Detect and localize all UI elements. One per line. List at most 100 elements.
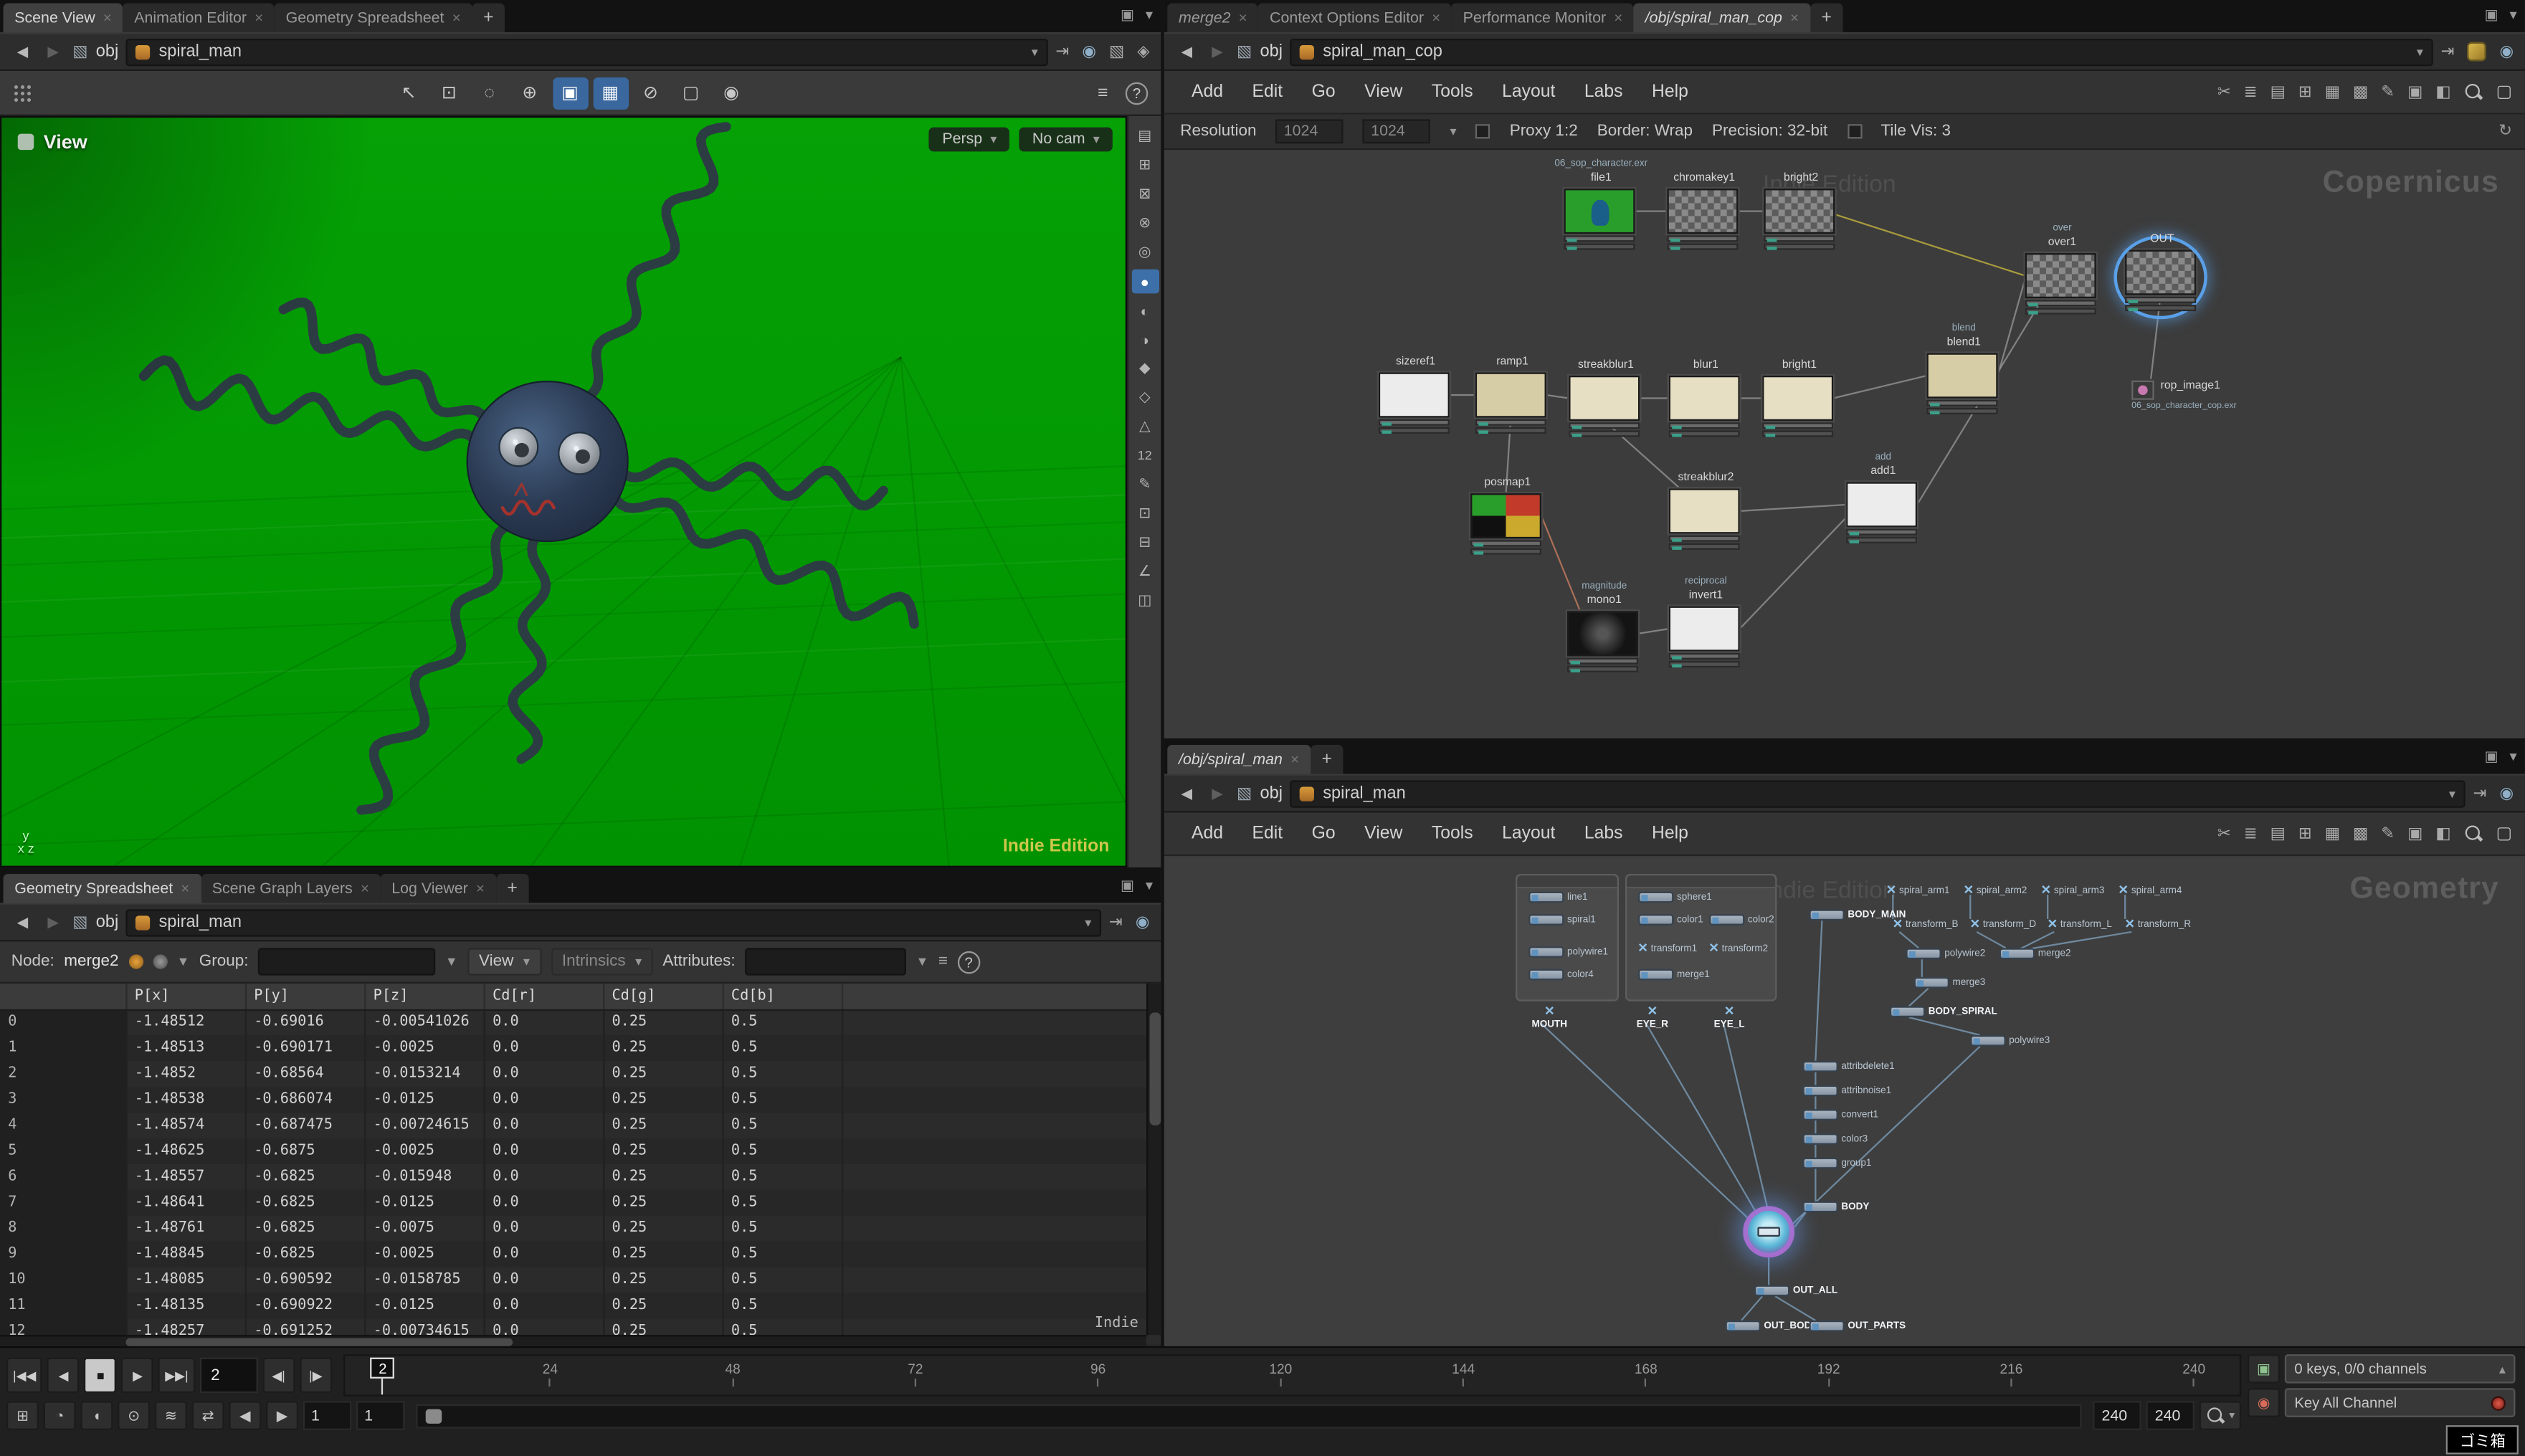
sop-node-body-main[interactable]: BODY_MAIN xyxy=(1809,909,1906,920)
cop-node-file1[interactable]: 06_sop_character.exrfile1 xyxy=(1564,189,1638,249)
point-row-0[interactable]: 0-1.48512-0.69016-0.005410260.00.250.5 xyxy=(0,1009,1161,1035)
cop-node-blend1[interactable]: blendblend1 xyxy=(1927,353,2001,414)
new-tab-button[interactable]: + xyxy=(1810,3,1843,32)
tab-close-icon[interactable]: × xyxy=(103,9,112,25)
cop-network-editor[interactable]: Indie Edition Copernicus 06_sop_characte… xyxy=(1164,150,2525,738)
dependency-links-icon[interactable]: ▩ xyxy=(2353,83,2368,101)
range-sub-end-field[interactable] xyxy=(2093,1401,2141,1429)
sop-node-spiral-arm4[interactable]: ×spiral_arm4 xyxy=(2119,885,2182,898)
audio-options-icon[interactable]: ◖ xyxy=(80,1401,113,1429)
scrollbar-handle[interactable] xyxy=(1150,1012,1161,1125)
menu-add[interactable]: Add xyxy=(1177,819,1238,847)
range-end-field[interactable] xyxy=(2147,1401,2195,1429)
next-keyframe-button[interactable]: |▶ xyxy=(300,1358,332,1393)
sop-node-body-spiral[interactable]: BODY_SPIRAL xyxy=(1890,1006,1997,1017)
context-label[interactable]: obj xyxy=(96,913,119,932)
sop-node-polywire2[interactable]: polywire2 xyxy=(1906,948,1985,959)
point-row-7[interactable]: 7-1.48641-0.6825-0.01250.00.250.5 xyxy=(0,1190,1161,1216)
cop-node-invert1[interactable]: reciprocalinvert1 xyxy=(1669,606,1743,667)
column-header-p-y[interactable]: P[y] xyxy=(245,984,364,1009)
tab-close-icon[interactable]: × xyxy=(1239,9,1247,25)
jump-to-start-button[interactable]: |◀◀ xyxy=(6,1358,42,1393)
sop-node-convert1[interactable]: convert1 xyxy=(1802,1109,1878,1120)
new-tab-button[interactable]: + xyxy=(472,3,505,32)
node-path-field[interactable]: spiral_man ▾ xyxy=(126,908,1100,936)
tab-scene-graph-layers[interactable]: Scene Graph Layers× xyxy=(201,874,381,903)
range-start-field[interactable] xyxy=(303,1401,351,1429)
headlight-icon[interactable]: ● xyxy=(1131,270,1159,294)
key-all-channels-box[interactable]: Key All Channel xyxy=(2285,1388,2516,1417)
tab-close-icon[interactable]: × xyxy=(476,880,485,896)
cop-node-sizeref1[interactable]: sizeref1 xyxy=(1379,373,1452,434)
keyframe-options-icon[interactable]: ≋ xyxy=(155,1401,187,1429)
tab-close-icon[interactable]: × xyxy=(255,9,263,25)
cop-node-ramp1[interactable]: ramp1 xyxy=(1475,373,1549,434)
grid-display-icon[interactable]: ▦ xyxy=(2325,824,2340,842)
cop-node-bright2[interactable]: bright2 xyxy=(1764,189,1837,249)
view-selector[interactable]: View ▾ xyxy=(467,948,541,975)
materials-icon[interactable]: ◆ xyxy=(1131,356,1159,381)
scope-options-icon[interactable]: ⇄ xyxy=(192,1401,224,1429)
back-button[interactable]: ◀ xyxy=(1176,43,1198,61)
pin-pane-icon[interactable]: ⇥ xyxy=(2473,784,2487,802)
playhead[interactable]: 2 xyxy=(371,1358,395,1396)
color-palette-icon[interactable] xyxy=(2468,42,2487,61)
crosshair-icon[interactable]: ⊗ xyxy=(1131,211,1159,236)
grid-snap-icon[interactable]: ⊞ xyxy=(2298,83,2312,101)
tab-scene-view[interactable]: Scene View× xyxy=(3,3,123,32)
cop-node-bright1[interactable]: bright1 xyxy=(1762,376,1836,437)
annotate-icon[interactable]: ✎ xyxy=(1131,472,1159,497)
snapping-disabled-icon[interactable]: ⊘ xyxy=(633,77,668,109)
pane-split-icon[interactable]: ▣ xyxy=(1121,6,1134,24)
snapshot-icon[interactable]: ▢ xyxy=(2496,82,2512,102)
proxy-checkbox[interactable] xyxy=(1475,124,1490,138)
reference-plane-icon[interactable]: ◎ xyxy=(1131,240,1159,265)
perspective-selector[interactable]: Persp ▾ xyxy=(929,128,1009,152)
stop-button[interactable]: ■ xyxy=(85,1358,117,1393)
animation-options-icon[interactable]: ⊞ xyxy=(6,1401,39,1429)
jump-to-end-button[interactable]: ▶▶| xyxy=(158,1358,194,1393)
column-header-cd-r[interactable]: Cd[r] xyxy=(484,984,603,1009)
cop-node-rop-image1[interactable]: 06_sop_character_cop.exrrop_image1 xyxy=(2131,379,2276,408)
forward-button[interactable]: ▶ xyxy=(1206,43,1228,61)
parameter-list-icon[interactable]: ≣ xyxy=(2244,824,2258,842)
sop-node-transform2[interactable]: ×transform2 xyxy=(1709,943,1768,956)
tab-obj-spiral-man-cop[interactable]: /obj/spiral_man_cop× xyxy=(1634,3,1810,32)
realtime-toggle-icon[interactable]: ◔ xyxy=(44,1401,76,1429)
group-list-icon[interactable]: ⊟ xyxy=(1131,530,1159,555)
node-path-field[interactable]: spiral_man ▾ xyxy=(126,38,1047,65)
back-button[interactable]: ◀ xyxy=(11,43,34,61)
sop-node-polywire1[interactable]: polywire1 xyxy=(1528,946,1608,958)
pane-split-icon[interactable]: ▣ xyxy=(2485,6,2498,24)
node-path-field[interactable]: spiral_man_cop ▾ xyxy=(1290,38,2433,65)
radial-menu-icon[interactable]: ✂ xyxy=(2217,824,2231,842)
new-tab-button[interactable]: + xyxy=(1311,745,1344,774)
grid-snap-icon[interactable]: ⊞ xyxy=(2298,824,2312,842)
pane-split-icon[interactable]: ▣ xyxy=(1121,877,1134,895)
tab-close-icon[interactable]: × xyxy=(181,880,189,896)
forward-button[interactable]: ▶ xyxy=(42,43,64,61)
render-region-icon[interactable]: ◉ xyxy=(713,77,748,109)
sop-node-merge3[interactable]: merge3 xyxy=(1914,977,1986,989)
sop-node-eye-l[interactable]: ×EYE_L xyxy=(1714,1006,1745,1030)
point-row-11[interactable]: 11-1.48135-0.690922-0.01250.00.250.5 xyxy=(0,1293,1161,1319)
sop-node-mouth[interactable]: ×MOUTH xyxy=(1532,1006,1567,1030)
pane-menu-icon[interactable]: ▾ xyxy=(1146,6,1153,24)
pin-pane-icon[interactable]: ⇥ xyxy=(1055,43,1069,61)
back-button[interactable]: ◀ xyxy=(1176,784,1198,802)
background-image-icon[interactable]: ▣ xyxy=(2407,824,2422,842)
prev-keyframe-button[interactable]: ◀| xyxy=(262,1358,295,1393)
cop-node-streakblur1[interactable]: streakblur1 xyxy=(1569,376,1642,437)
link-pane-icon[interactable]: ◉ xyxy=(1136,913,1150,931)
view-options-icon[interactable]: ▤ xyxy=(1131,124,1159,148)
node-bypass-icon[interactable] xyxy=(153,954,167,969)
sop-node-selected-output[interactable] xyxy=(1743,1206,1794,1257)
sop-node-eye-r[interactable]: ×EYE_R xyxy=(1637,1006,1668,1030)
tree-view-icon[interactable]: ▤ xyxy=(2270,824,2286,842)
select-tool-icon[interactable]: ↖ xyxy=(391,77,426,109)
sop-network-editor[interactable]: Indie Edition Geometry line1spiral1polyw… xyxy=(1164,856,2525,1346)
pane-menu-icon[interactable]: ▾ xyxy=(1146,877,1153,895)
sop-node-spiral-arm1[interactable]: ×spiral_arm1 xyxy=(1886,885,1949,898)
handles-tool-icon[interactable]: ▣ xyxy=(552,77,587,109)
menu-edit[interactable]: Edit xyxy=(1237,819,1297,847)
